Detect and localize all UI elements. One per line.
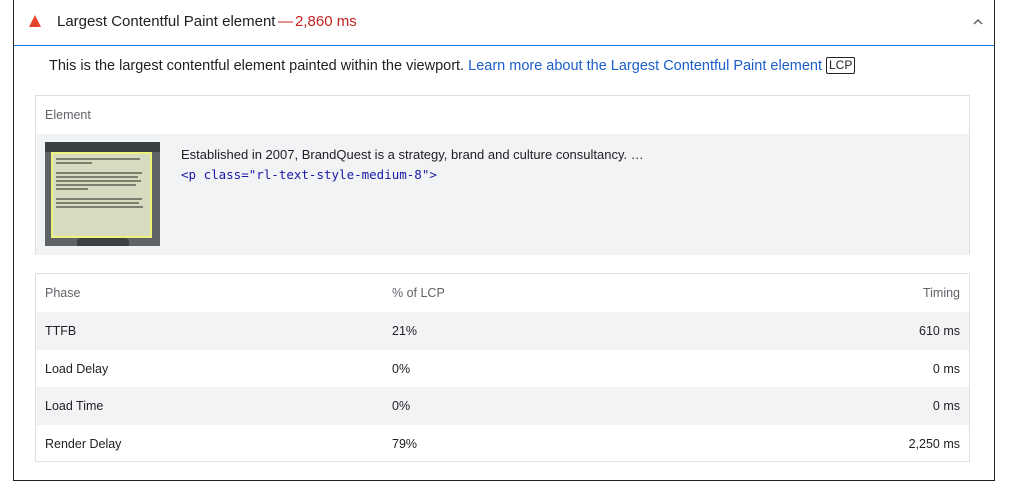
highlighted-element-box: [51, 152, 152, 238]
table-row: Load Time 0% 0 ms: [36, 387, 969, 425]
table-row: TTFB 21% 610 ms: [36, 312, 969, 350]
element-row[interactable]: Established in 2007, BrandQuest is a str…: [36, 134, 969, 255]
element-column-header: Element: [45, 108, 91, 122]
phase-column-header: Phase: [45, 286, 81, 300]
percent-column-header: % of LCP: [392, 286, 445, 300]
table-row: Load Delay 0% 0 ms: [36, 350, 969, 388]
element-screenshot-thumbnail[interactable]: [45, 142, 160, 246]
lcp-value: 2,860 ms: [295, 13, 357, 30]
table-row: Render Delay 79% 2,250 ms: [36, 425, 969, 463]
phase-name: Load Time: [45, 399, 104, 413]
phase-timing: 2,250 ms: [908, 436, 960, 451]
element-table-header: Element: [36, 96, 969, 135]
phase-percent: 21%: [392, 324, 418, 338]
description-text: This is the largest contentful element p…: [49, 58, 465, 74]
audit-header-toggle[interactable]: Largest Contentful Paint element — 2,860…: [14, 0, 994, 46]
audit-title: Largest Contentful Paint element: [57, 13, 276, 30]
timing-column-header: Timing: [922, 286, 960, 300]
phase-name: Render Delay: [45, 436, 122, 451]
learn-more-link[interactable]: Learn more about the Largest Contentful …: [468, 58, 822, 74]
phase-percent: 79%: [392, 436, 418, 451]
phase-name: TTFB: [45, 324, 77, 338]
phase-percent: 0%: [392, 399, 411, 413]
element-table: Element Established in 2007, BrandQuest …: [35, 95, 970, 255]
lcp-badge: LCP: [826, 57, 856, 74]
phase-table: Phase % of LCP Timing TTFB 21% 610 ms Lo…: [35, 273, 970, 462]
element-selector-code[interactable]: <p class="rl-text-style-medium-8">: [181, 167, 437, 182]
audit-description: This is the largest contentful element p…: [49, 57, 856, 74]
phase-timing: 0 ms: [932, 361, 960, 376]
element-snippet-text: Established in 2007, BrandQuest is a str…: [181, 147, 644, 162]
phase-table-header: Phase % of LCP Timing: [36, 274, 969, 313]
warning-triangle-icon: [29, 15, 41, 27]
phase-name: Load Delay: [45, 361, 109, 376]
title-separator: —: [278, 13, 293, 30]
phase-timing: 0 ms: [932, 399, 960, 413]
chevron-up-icon[interactable]: [970, 14, 986, 30]
phase-timing: 610 ms: [919, 324, 960, 338]
phase-percent: 0%: [392, 361, 411, 376]
